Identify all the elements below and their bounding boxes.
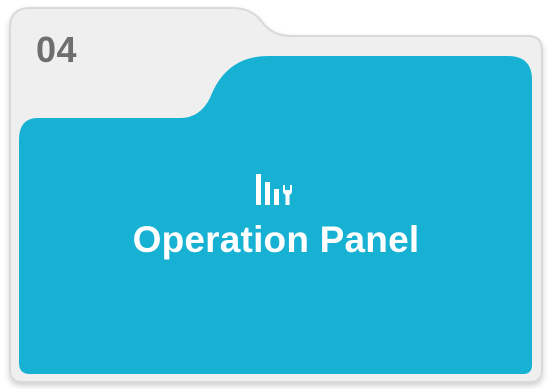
folder-card[interactable]: 04 Operation Panel	[0, 0, 553, 389]
folder: 04 Operation Panel	[0, 0, 553, 389]
operation-panel-icon	[256, 174, 292, 205]
tab-number: 04	[36, 29, 78, 70]
folder-title: Operation Panel	[132, 219, 420, 260]
card-content: Operation Panel	[28, 120, 524, 370]
